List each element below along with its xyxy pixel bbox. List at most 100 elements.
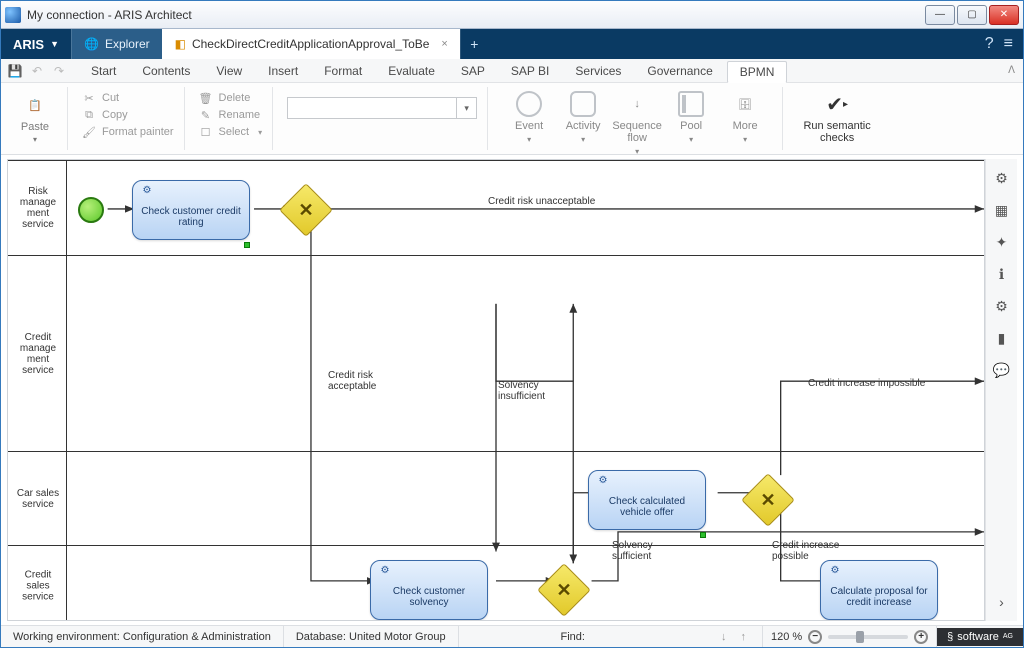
activity-tool[interactable]: Activity▾ [556, 91, 610, 144]
pool-icon [678, 91, 704, 117]
zoom-slider[interactable] [828, 635, 908, 639]
menu-governance[interactable]: Governance [635, 61, 724, 81]
gear-icon: ⚙ [139, 185, 155, 201]
new-tab-button[interactable]: + [460, 29, 488, 59]
gear-icon[interactable]: ⚙ [993, 297, 1011, 315]
paste-button[interactable]: 📋 Paste ▾ [13, 91, 57, 144]
delete-button[interactable]: 🗑Delete [199, 91, 263, 105]
side-toolbar: ⚙ ▦ ✦ ℹ ⚙ ▮ 💬 › [985, 159, 1017, 621]
menu-evaluate[interactable]: Evaluate [376, 61, 447, 81]
status-database: Database: United Motor Group [284, 626, 459, 647]
minimize-button[interactable]: — [925, 5, 955, 25]
menu-sapbi[interactable]: SAP BI [499, 61, 561, 81]
task-label: Check calculated vehicle offer [597, 496, 697, 518]
lane-title: Risk manage ment service [12, 186, 64, 230]
select-button[interactable]: ☐Select▾ [199, 125, 263, 139]
gateway-credit-risk[interactable]: ✕ [287, 191, 325, 229]
menu-insert[interactable]: Insert [256, 61, 310, 81]
copy-icon: ⧉ [82, 108, 96, 122]
task-check-solvency[interactable]: ⚙ Check customer solvency [370, 560, 488, 620]
task-calculate-proposal[interactable]: ⚙ Calculate proposal for credit increase [820, 560, 938, 620]
comment-icon[interactable]: 💬 [993, 361, 1011, 379]
find-next-icon[interactable]: ↓ [717, 631, 731, 643]
help-icon[interactable]: ? [985, 35, 994, 53]
menu-format[interactable]: Format [312, 61, 374, 81]
redo-icon[interactable]: ↷ [51, 63, 67, 79]
caret-down-icon: ▾ [581, 135, 585, 144]
puzzle-icon[interactable]: ✦ [993, 233, 1011, 251]
gear-icon: ⚙ [827, 565, 843, 581]
record-icon[interactable]: ▮ [993, 329, 1011, 347]
save-icon[interactable]: 💾 [7, 63, 23, 79]
brush-icon: 🖌 [82, 125, 96, 139]
tab-model[interactable]: ◧ CheckDirectCreditApplicationApproval_T… [162, 29, 460, 59]
grid-icon[interactable]: ▦ [993, 201, 1011, 219]
gear-icon: ⚙ [377, 565, 393, 581]
task-label: Check customer solvency [379, 586, 479, 608]
gear-icon: ⚙ [595, 475, 611, 491]
undo-icon[interactable]: ↶ [29, 63, 45, 79]
globe-icon: 🌐 [84, 37, 99, 51]
pool-tool[interactable]: Pool▾ [664, 91, 718, 144]
find-input[interactable] [591, 629, 711, 644]
menu-sap[interactable]: SAP [449, 61, 497, 81]
edge-label: Credit risk unacceptable [488, 196, 595, 207]
menu-icon[interactable]: ≡ [1004, 35, 1013, 53]
diagram-canvas[interactable]: Risk manage ment service Credit manage m… [7, 159, 985, 621]
briefcase-icon: 🗄 [732, 91, 758, 117]
zoom-in-button[interactable]: + [914, 630, 928, 644]
task-check-vehicle-offer[interactable]: ⚙ Check calculated vehicle offer [588, 470, 706, 530]
clipboard-icon: 📋 [21, 91, 49, 119]
status-environment: Working environment: Configuration & Adm… [1, 626, 284, 647]
brand-label: ARIS [13, 37, 44, 52]
more-tool[interactable]: 🗄More▾ [718, 91, 772, 144]
dropdown-icon[interactable]: ▾ [456, 98, 476, 118]
menu-view[interactable]: View [204, 61, 254, 81]
copy-button[interactable]: ⧉Copy [82, 108, 174, 122]
caret-down-icon: ▾ [258, 128, 262, 137]
collapse-panel-icon[interactable]: › [993, 593, 1011, 611]
rename-button[interactable]: ✎Rename [199, 108, 263, 122]
gear-icon[interactable]: ⚙ [993, 169, 1011, 187]
trash-icon: 🗑 [199, 91, 213, 105]
format-painter-button[interactable]: 🖌Format painter [82, 125, 174, 139]
menu-start[interactable]: Start [79, 61, 128, 81]
gateway-solvency[interactable]: ✕ [545, 571, 583, 609]
caret-down-icon: ▾ [689, 135, 693, 144]
caret-down-icon: ▼ [50, 39, 59, 49]
zoom-out-button[interactable]: − [808, 630, 822, 644]
close-tab-icon[interactable]: × [441, 38, 447, 50]
menu-services[interactable]: Services [563, 61, 633, 81]
paste-label: Paste [21, 121, 49, 133]
window-title: My connection - ARIS Architect [27, 8, 192, 22]
app-icon [5, 7, 21, 23]
info-icon[interactable]: ℹ [993, 265, 1011, 283]
event-tool[interactable]: Event▾ [502, 91, 556, 144]
gateway-credit-increase[interactable]: ✕ [749, 481, 787, 519]
lane-title: Credit manage ment service [12, 332, 64, 376]
menu-bar: 💾 ↶ ↷ Start Contents View Insert Format … [1, 59, 1023, 83]
edge-label: Credit increase possible [772, 540, 852, 562]
find-prev-icon[interactable]: ↑ [736, 631, 750, 643]
start-event[interactable] [78, 197, 104, 223]
sequence-flow-tool[interactable]: ↓Sequence flow▾ [610, 91, 664, 156]
close-button[interactable]: ✕ [989, 5, 1019, 25]
edge-label: Credit risk acceptable [328, 370, 388, 392]
select-icon: ☐ [199, 125, 213, 139]
caret-down-icon: ▾ [33, 135, 37, 144]
cut-button[interactable]: ✂Cut [82, 91, 174, 105]
marker-icon [244, 242, 250, 248]
maximize-button[interactable]: ▢ [957, 5, 987, 25]
task-check-credit-rating[interactable]: ⚙ Check customer credit rating [132, 180, 250, 240]
edge-label: Credit increase impossible [808, 378, 925, 389]
menu-bpmn[interactable]: BPMN [727, 61, 788, 83]
collapse-ribbon-icon[interactable]: ᐱ [1000, 65, 1023, 76]
tab-explorer[interactable]: 🌐 Explorer [71, 29, 162, 59]
menu-contents[interactable]: Contents [130, 61, 202, 81]
rename-icon: ✎ [199, 108, 213, 122]
run-semantic-checks-button[interactable]: ✔▸ Run semantic checks [797, 91, 877, 144]
ribbon: 📋 Paste ▾ ✂Cut ⧉Copy 🖌Format painter 🗑De… [1, 83, 1023, 155]
rect-icon [570, 91, 596, 117]
symbol-selector[interactable]: ▾ [287, 97, 477, 119]
brand-menu[interactable]: ARIS ▼ [1, 29, 71, 59]
